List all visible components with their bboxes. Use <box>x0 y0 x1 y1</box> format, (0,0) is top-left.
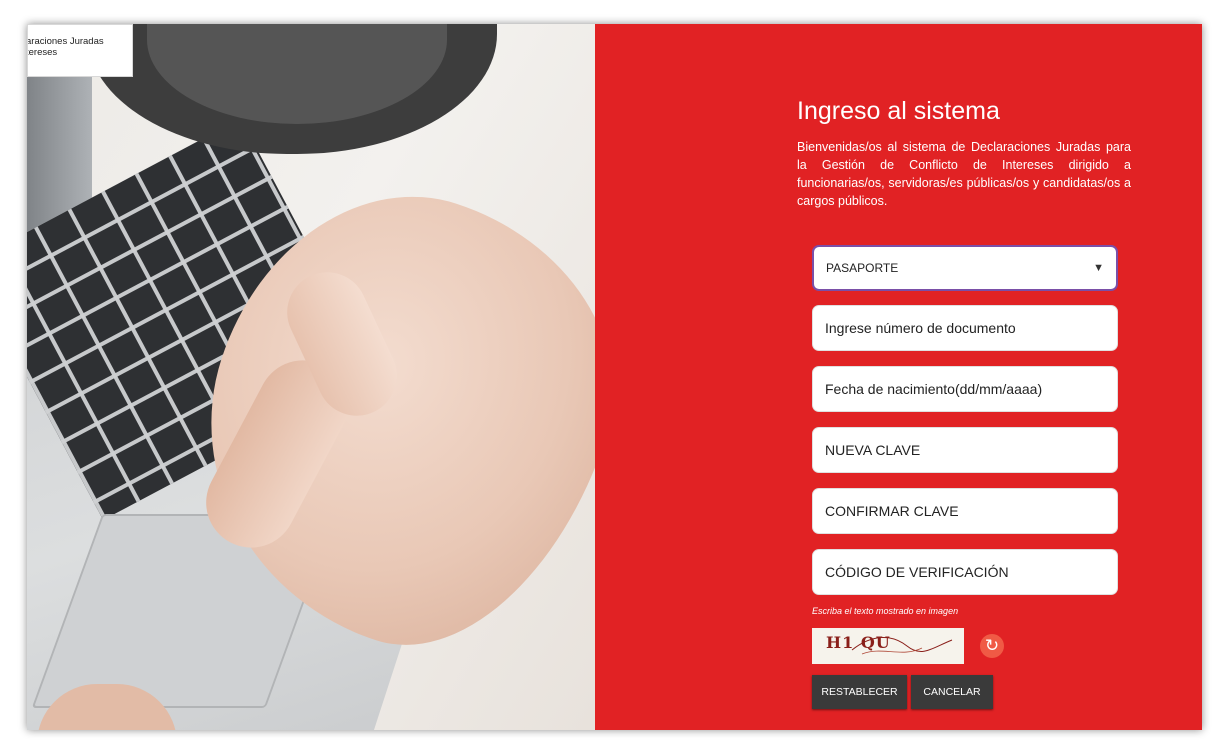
document-number-input[interactable]: Ingrese número de documento <box>812 305 1118 351</box>
cancel-button[interactable]: CANCELAR <box>911 675 993 709</box>
reset-button[interactable]: RESTABLECER <box>812 675 907 709</box>
captcha-image: H1 QU <box>812 628 964 664</box>
page-title: Ingreso al sistema <box>797 97 1000 125</box>
confirm-password-input[interactable]: CONFIRMAR CLAVE <box>812 488 1118 534</box>
intro-text: Bienvenidas/os al sistema de Declaracion… <box>797 140 1131 208</box>
chevron-down-icon: ▼ <box>1093 262 1104 274</box>
logo-line-1: araciones Juradas <box>27 36 104 47</box>
logo-line-2: tereses <box>27 47 58 58</box>
refresh-icon[interactable]: ↻ <box>980 634 1004 658</box>
document-type-select[interactable]: PASAPORTE ▼ <box>812 245 1118 291</box>
document-type-value: PASAPORTE <box>826 261 899 275</box>
verification-code-input[interactable]: CÓDIGO DE VERIFICACIÓN <box>812 549 1118 595</box>
new-password-input[interactable]: NUEVA CLAVE <box>812 427 1118 473</box>
login-window: araciones Juradas tereses Ingreso al sis… <box>27 24 1202 730</box>
birth-date-input[interactable]: Fecha de nacimiento(dd/mm/aaaa) <box>812 366 1118 412</box>
hero-photo: araciones Juradas tereses <box>27 24 595 730</box>
captcha-hint: Escriba el texto mostrado en imagen <box>812 606 959 616</box>
site-logo[interactable]: araciones Juradas tereses <box>27 24 133 77</box>
captcha-text: H1 QU <box>826 633 891 652</box>
